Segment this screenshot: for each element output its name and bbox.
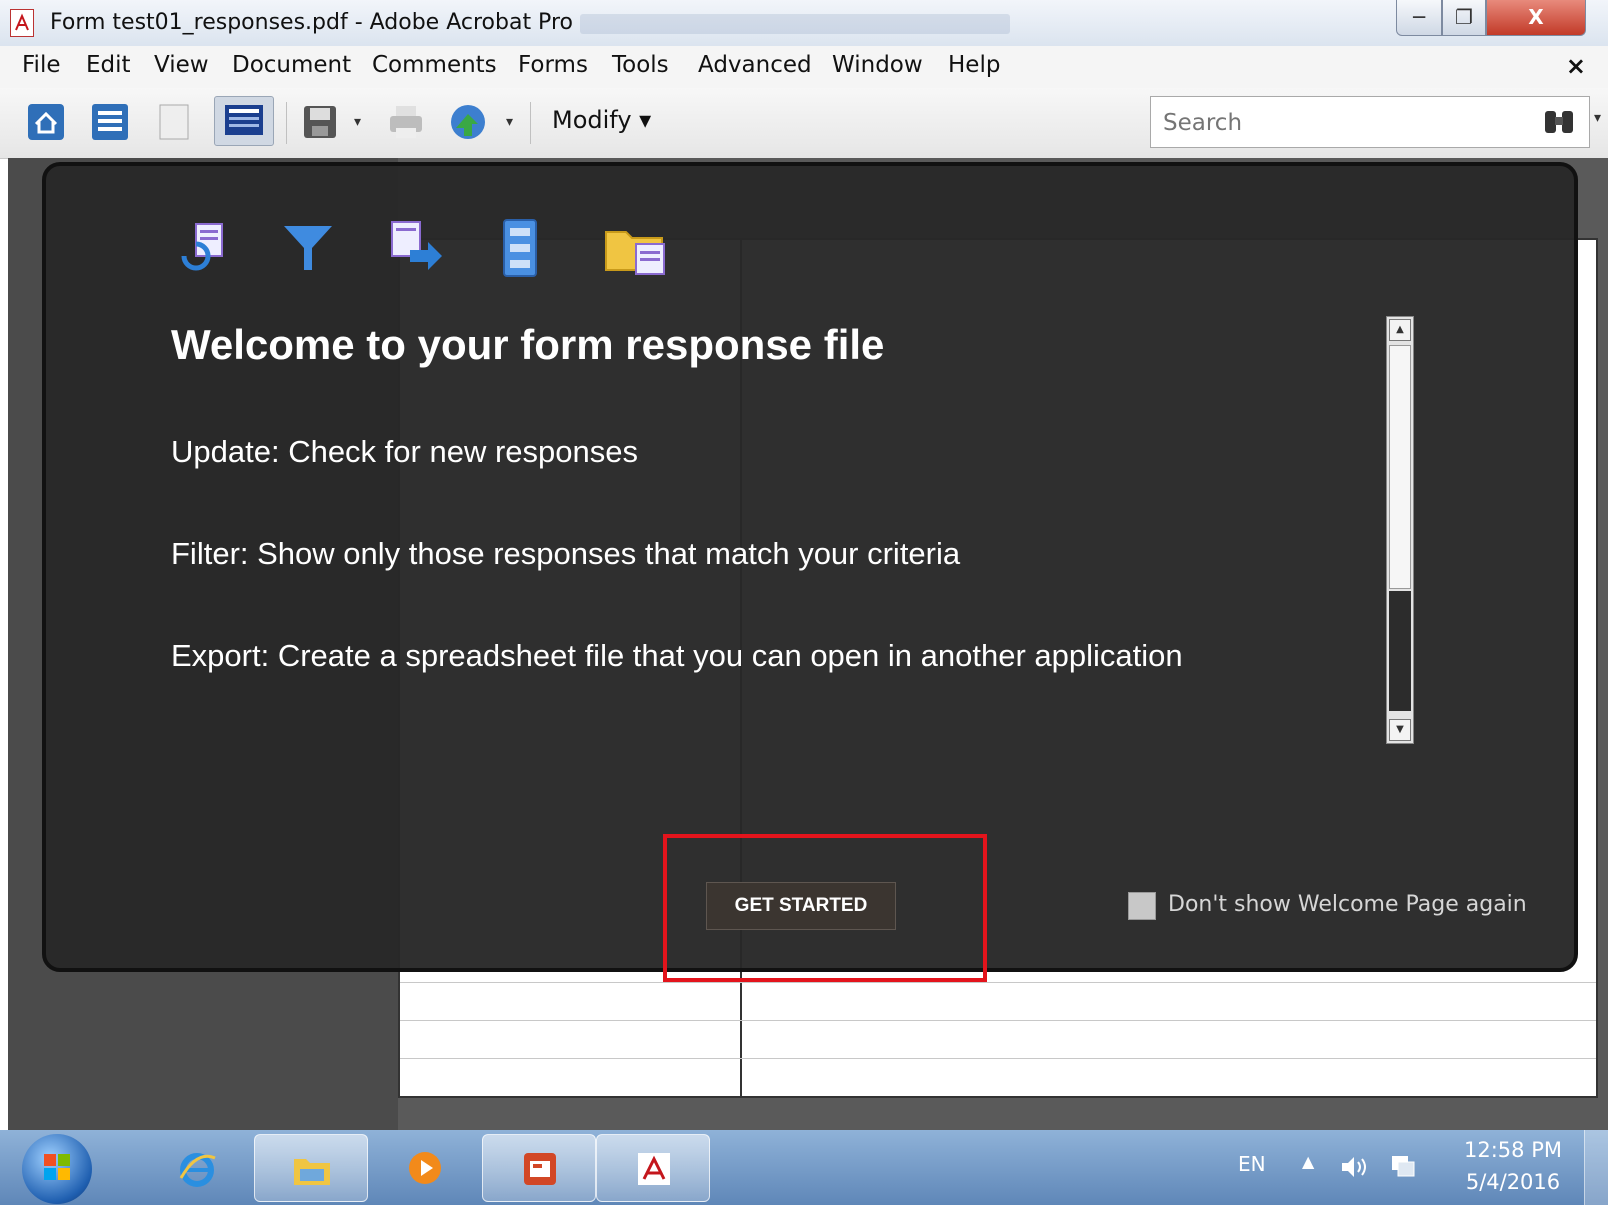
menu-view[interactable]: View xyxy=(154,52,209,78)
menu-advanced[interactable]: Advanced xyxy=(698,52,812,78)
menu-window[interactable]: Window xyxy=(832,52,923,78)
update-icon xyxy=(174,218,234,278)
internet-explorer-icon xyxy=(179,1153,216,1187)
menu-comments[interactable]: Comments xyxy=(372,52,497,78)
table-row-line xyxy=(400,1058,1596,1059)
menu-forms[interactable]: Forms xyxy=(518,52,588,78)
list-view-icon[interactable] xyxy=(90,102,130,142)
clock-time[interactable]: 12:58 PM xyxy=(1458,1138,1568,1162)
dont-show-label: Don't show Welcome Page again xyxy=(1168,892,1527,917)
menu-bar: File Edit View Document Comments Forms T… xyxy=(0,46,1608,89)
save-icon[interactable] xyxy=(300,102,340,142)
scroll-track[interactable] xyxy=(1389,591,1411,711)
export-description: Export: Create a spreadsheet file that y… xyxy=(171,638,1183,673)
update-description: Update: Check for new responses xyxy=(171,434,638,469)
window-title: Form test01_responses.pdf - Adobe Acroba… xyxy=(50,10,573,35)
taskbar: EN ▲ 12:58 PM 5/4/2016 xyxy=(0,1130,1608,1205)
minimize-icon: ─ xyxy=(1412,5,1426,29)
clock-date[interactable]: 5/4/2016 xyxy=(1458,1170,1568,1194)
toolbar: ▾ ▾ Modify ▾ ▾ xyxy=(0,88,1608,159)
menu-file[interactable]: File xyxy=(22,52,61,78)
start-button[interactable] xyxy=(22,1134,92,1204)
maximize-icon: ❐ xyxy=(1455,5,1473,29)
taskbar-internet-explorer[interactable] xyxy=(140,1134,254,1202)
close-window-button[interactable]: X xyxy=(1486,0,1586,36)
maximize-button[interactable]: ❐ xyxy=(1442,0,1486,36)
taskbar-acrobat[interactable] xyxy=(596,1134,710,1202)
table-row-line xyxy=(400,982,1596,983)
menu-tools[interactable]: Tools xyxy=(612,52,669,78)
filter-icon xyxy=(278,218,338,278)
file-explorer-icon xyxy=(294,1159,330,1185)
checkbox[interactable] xyxy=(1128,892,1156,920)
taskbar-file-explorer[interactable] xyxy=(254,1134,368,1202)
menu-edit[interactable]: Edit xyxy=(86,52,131,78)
toolbar-separator xyxy=(530,102,531,144)
folder-icon xyxy=(602,218,665,278)
search-options-icon[interactable]: ▾ xyxy=(1594,110,1601,126)
acrobat-app-icon[interactable] xyxy=(10,9,34,37)
minimize-button[interactable]: ─ xyxy=(1396,0,1442,36)
archive-icon xyxy=(490,218,550,278)
show-hidden-icons-icon[interactable]: ▲ xyxy=(1302,1152,1314,1171)
close-document-icon[interactable]: × xyxy=(1566,52,1586,80)
globe-share-icon[interactable] xyxy=(448,102,488,142)
acrobat-icon xyxy=(638,1153,670,1185)
highlight-annotation-box xyxy=(663,834,987,982)
filter-description: Filter: Show only those responses that m… xyxy=(171,536,961,571)
menu-document[interactable]: Document xyxy=(232,52,351,78)
taskbar-powerpoint[interactable] xyxy=(482,1134,596,1202)
save-dropdown-icon[interactable]: ▾ xyxy=(354,114,361,130)
volume-icon[interactable] xyxy=(1340,1154,1370,1180)
search-field xyxy=(1150,96,1590,148)
share-dropdown-icon[interactable]: ▾ xyxy=(506,114,513,130)
home-icon[interactable] xyxy=(26,102,66,142)
export-icon xyxy=(386,218,446,278)
network-icon[interactable] xyxy=(1388,1152,1418,1180)
toolbar-separator xyxy=(286,102,287,144)
form-layout-icon[interactable] xyxy=(214,96,274,146)
title-bar: Form test01_responses.pdf - Adobe Acroba… xyxy=(0,0,1608,46)
print-icon[interactable] xyxy=(386,102,426,142)
welcome-title: Welcome to your form response file xyxy=(171,321,885,368)
background-window-title xyxy=(580,14,1010,34)
binoculars-icon[interactable] xyxy=(1541,107,1577,137)
search-input[interactable] xyxy=(1161,107,1525,139)
welcome-scrollbar[interactable]: ▲ ▼ xyxy=(1386,316,1414,744)
taskbar-media-player[interactable] xyxy=(368,1134,482,1202)
language-indicator[interactable]: EN xyxy=(1238,1152,1266,1176)
table-row-line xyxy=(400,1020,1596,1021)
page-view-icon[interactable] xyxy=(154,102,194,142)
scroll-down-icon[interactable]: ▼ xyxy=(1389,719,1411,741)
scroll-thumb[interactable] xyxy=(1389,345,1411,589)
show-desktop-button[interactable] xyxy=(1584,1130,1608,1205)
media-player-icon xyxy=(409,1152,441,1184)
powerpoint-icon xyxy=(524,1153,556,1185)
modify-menu-button[interactable]: Modify ▾ xyxy=(552,106,651,134)
close-icon: X xyxy=(1528,5,1544,29)
scroll-up-icon[interactable]: ▲ xyxy=(1389,319,1411,341)
menu-help[interactable]: Help xyxy=(948,52,1000,78)
